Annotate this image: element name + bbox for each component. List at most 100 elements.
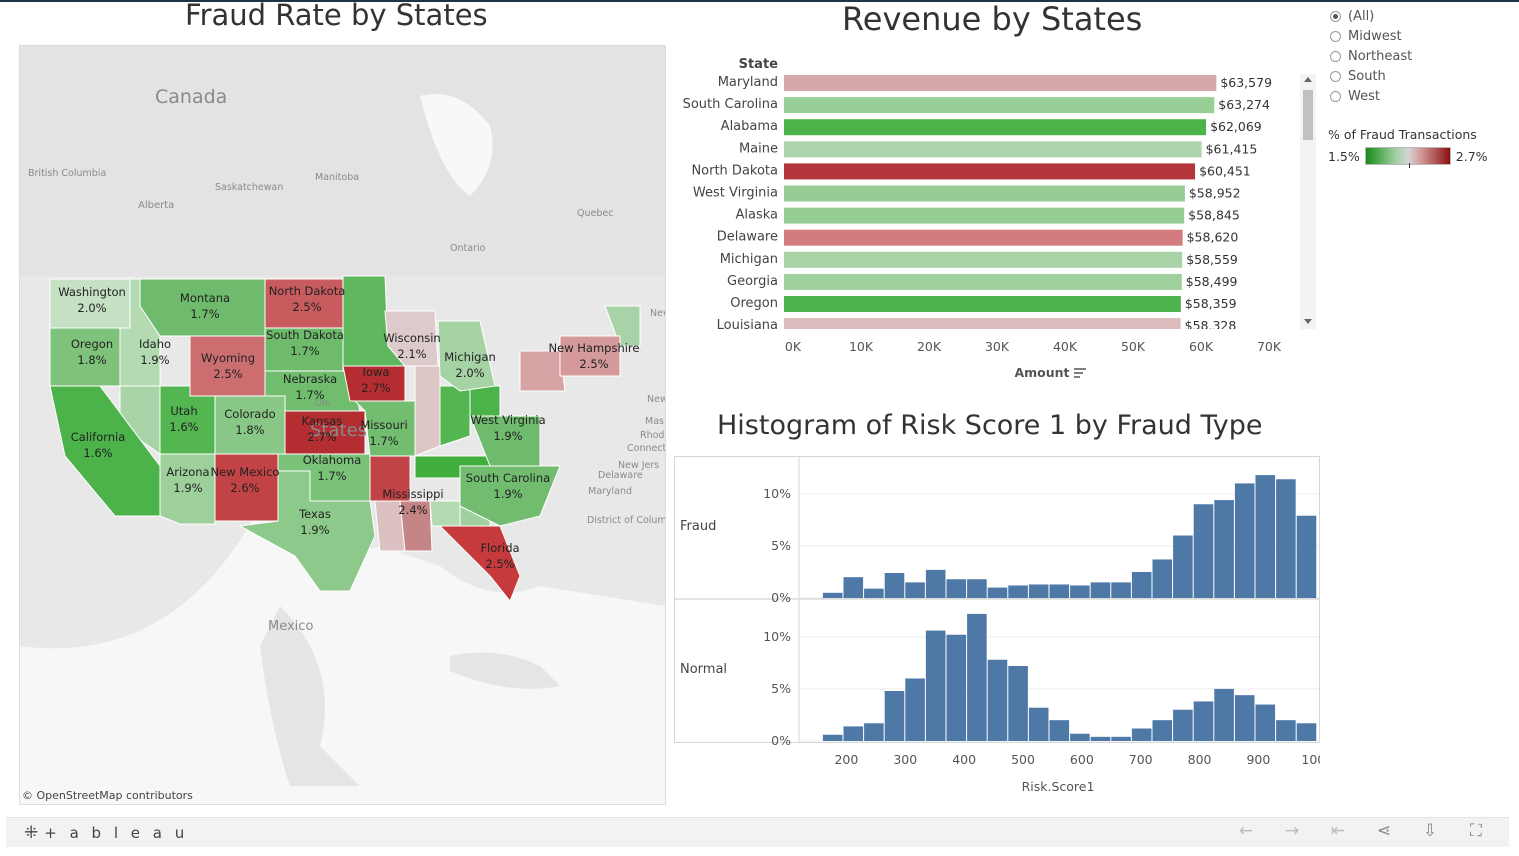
scrollbar-thumb[interactable] [1303, 90, 1313, 140]
histogram-bar[interactable] [1070, 733, 1090, 741]
histogram-bar[interactable] [1070, 585, 1090, 599]
histogram-bar[interactable] [1296, 515, 1317, 598]
histogram-bar[interactable] [864, 723, 884, 741]
revenue-bar[interactable] [784, 185, 1185, 202]
alabama-state[interactable] [429, 500, 461, 527]
histogram-bar[interactable] [1234, 483, 1255, 598]
histogram-bar[interactable] [1090, 736, 1111, 741]
histogram-bar[interactable] [1131, 728, 1152, 742]
new-york-state[interactable] [519, 350, 566, 392]
histogram-bar[interactable] [1028, 584, 1049, 598]
wyoming-rate: 2.5% [213, 367, 242, 381]
histogram-bar[interactable] [1173, 535, 1193, 599]
histogram-bar[interactable] [1152, 559, 1173, 598]
histogram-bar[interactable] [1028, 707, 1049, 741]
histogram-bar[interactable] [1234, 695, 1255, 741]
histogram-bar[interactable] [1049, 584, 1070, 598]
histogram-bar[interactable] [822, 592, 843, 598]
histogram-bar[interactable] [1214, 688, 1234, 741]
histogram-bar[interactable] [967, 579, 987, 598]
histogram-bar[interactable] [987, 587, 1008, 598]
histogram-bar[interactable] [1255, 704, 1276, 741]
filter-option-all[interactable]: (All) [1330, 6, 1510, 26]
wisconsin-label: Wisconsin [383, 331, 440, 345]
histogram-bar[interactable] [1152, 720, 1173, 741]
histogram-bar[interactable] [843, 577, 864, 598]
histogram-bar[interactable] [946, 579, 967, 598]
histogram-bar[interactable] [1111, 582, 1131, 598]
revenue-bar[interactable] [784, 141, 1202, 158]
filter-option-northeast[interactable]: Northeast [1330, 46, 1510, 66]
histogram-bar[interactable] [1255, 475, 1276, 598]
revenue-chart-svg[interactable]: State Maryland $63,579 South Carolina $63,27… [678, 52, 1320, 392]
revenue-bar[interactable] [784, 251, 1183, 268]
revenue-value-label: $58,559 [1186, 252, 1238, 267]
revenue-bar[interactable] [784, 229, 1183, 246]
risk-score-histogram[interactable]: Fraud 0% 5% 10% Normal 0% 5% 10% 200 300 400 500 600… [674, 456, 1320, 801]
histogram-bar[interactable] [884, 691, 905, 741]
geo-label-1: Mexico [268, 619, 313, 634]
histogram-bar[interactable] [822, 734, 843, 741]
radio-icon[interactable] [1330, 50, 1341, 62]
histogram-bar[interactable] [1131, 571, 1152, 598]
histogram-bar[interactable] [1008, 666, 1028, 741]
revenue-bar[interactable] [784, 75, 1217, 91]
map-title: Fraud Rate by States [185, 0, 488, 32]
revenue-bar[interactable] [784, 97, 1215, 114]
kansas-label: Kansas [302, 414, 343, 428]
map-canvas[interactable]: Canada Mexico British Columbia Alberta Saska… [20, 46, 665, 804]
california-rate: 1.6% [83, 446, 112, 460]
histogram-bar[interactable] [864, 588, 884, 598]
histogram-bar[interactable] [1276, 479, 1296, 598]
histogram-bar[interactable] [905, 678, 925, 742]
wyoming-state[interactable] [189, 335, 266, 397]
illinois-state[interactable] [414, 365, 441, 457]
revenue-x-tick: 40K [1053, 339, 1078, 354]
histogram-bar[interactable] [946, 634, 967, 741]
histogram-bar[interactable] [967, 613, 987, 741]
histogram-bar[interactable] [1193, 504, 1214, 598]
revenue-bar[interactable] [784, 119, 1207, 136]
revert-icon[interactable]: ⇤ [1315, 821, 1361, 841]
share-icon[interactable]: ⋖ [1361, 821, 1407, 841]
histogram-bar[interactable] [1090, 582, 1111, 598]
histogram-svg[interactable]: Fraud 0% 5% 10% Normal 0% 5% 10% 200 300 400 500 600… [674, 456, 1320, 801]
region-filter[interactable]: (All) Midwest Northeast South West [1330, 6, 1510, 106]
histogram-bar[interactable] [1214, 500, 1234, 598]
filter-option-south[interactable]: South [1330, 66, 1510, 86]
histogram-bar[interactable] [987, 659, 1008, 741]
revenue-bar[interactable] [784, 296, 1181, 312]
redo-icon[interactable]: → [1269, 821, 1315, 841]
tableau-logo[interactable]: ⁜ + a b l e a u [24, 823, 188, 843]
histogram-bar[interactable] [843, 726, 864, 741]
radio-icon[interactable] [1330, 90, 1341, 102]
undo-icon[interactable]: ← [1223, 821, 1269, 841]
filter-option-west[interactable]: West [1330, 86, 1510, 106]
histogram-bar[interactable] [1008, 585, 1028, 599]
indiana-state[interactable] [439, 385, 471, 447]
revenue-chart[interactable]: State Maryland $63,579 South Carolina $63,27… [678, 52, 1320, 392]
histogram-bar[interactable] [925, 569, 946, 598]
fullscreen-icon[interactable]: ⛶ [1453, 821, 1499, 841]
revenue-bar[interactable] [784, 163, 1196, 180]
ohio-state[interactable] [469, 385, 501, 417]
download-icon[interactable]: ⇩ [1407, 821, 1453, 841]
histogram-bar[interactable] [884, 573, 905, 598]
histogram-bar[interactable] [1296, 723, 1317, 741]
histogram-bar[interactable] [1276, 720, 1296, 741]
histogram-bar[interactable] [925, 630, 946, 741]
histogram-bar[interactable] [1049, 720, 1070, 741]
revenue-bar[interactable] [784, 207, 1185, 224]
histogram-bar[interactable] [1193, 701, 1214, 741]
radio-icon[interactable] [1330, 30, 1341, 42]
histogram-bar[interactable] [905, 582, 925, 598]
radio-icon[interactable] [1330, 70, 1341, 82]
south-carolina-label: South Carolina [466, 471, 550, 485]
histogram-bar[interactable] [1173, 709, 1193, 741]
radio-icon[interactable] [1330, 10, 1341, 22]
revenue-bar[interactable] [784, 273, 1182, 290]
filter-option-midwest[interactable]: Midwest [1330, 26, 1510, 46]
histogram-bar[interactable] [1111, 736, 1131, 741]
sort-icon[interactable] [1074, 368, 1086, 378]
fraud-rate-map[interactable]: Canada Mexico British Columbia Alberta Saska… [19, 45, 666, 805]
